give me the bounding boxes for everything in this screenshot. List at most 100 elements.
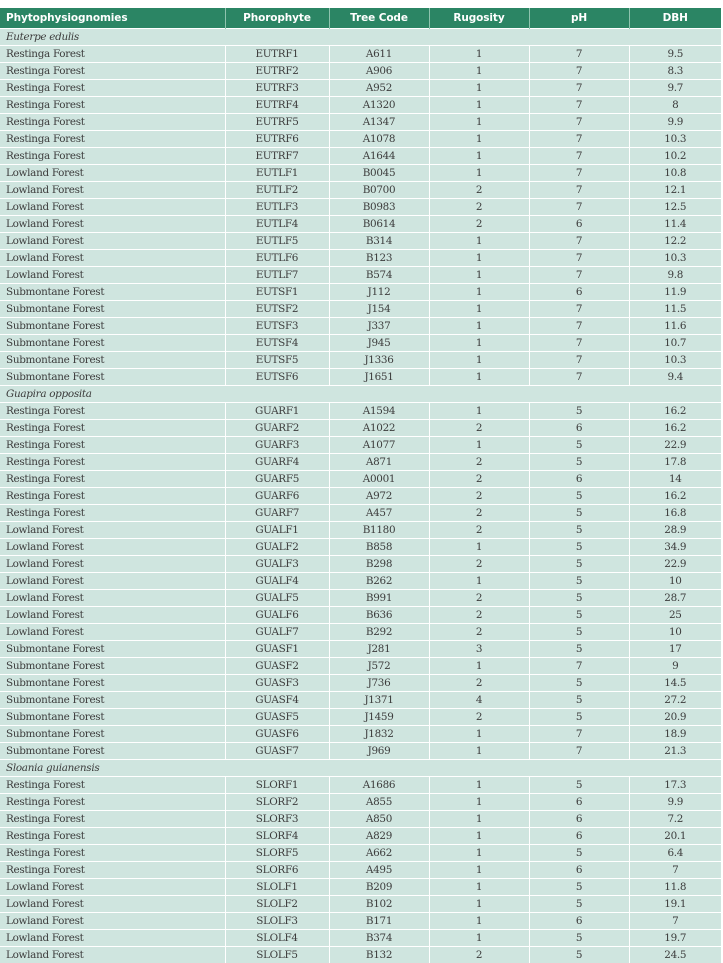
table-row: Lowland ForestGUALF6B6362525: [0, 607, 721, 624]
cell-rugosity: 1: [429, 46, 529, 63]
cell-rugosity: 1: [429, 63, 529, 80]
cell-phorophyte: EUTLF7: [225, 267, 329, 284]
cell-dbh: 10.3: [629, 250, 721, 267]
cell-dbh: 7.2: [629, 811, 721, 828]
table-row: Restinga ForestGUARF5A00012614: [0, 471, 721, 488]
cell-ph: 5: [529, 505, 629, 522]
cell-tree-code: J112: [329, 284, 429, 301]
cell-ph: 7: [529, 743, 629, 760]
table-row: Submontane ForestEUTSF3J3371711.6: [0, 318, 721, 335]
cell-tree-code: A1686: [329, 777, 429, 794]
cell-rugosity: 1: [429, 369, 529, 386]
cell-rugosity: 1: [429, 539, 529, 556]
cell-phytophysiognomy: Restinga Forest: [0, 794, 225, 811]
species-name: Euterpe edulis: [0, 29, 721, 46]
cell-ph: 7: [529, 250, 629, 267]
cell-rugosity: 1: [429, 828, 529, 845]
table-row: Lowland ForestSLOLF4B3741519.7: [0, 930, 721, 947]
cell-phorophyte: SLOLF3: [225, 913, 329, 930]
cell-rugosity: 4: [429, 692, 529, 709]
cell-phytophysiognomy: Lowland Forest: [0, 590, 225, 607]
cell-dbh: 10.3: [629, 131, 721, 148]
cell-phytophysiognomy: Restinga Forest: [0, 420, 225, 437]
cell-ph: 5: [529, 590, 629, 607]
cell-phytophysiognomy: Restinga Forest: [0, 488, 225, 505]
cell-ph: 6: [529, 284, 629, 301]
cell-ph: 5: [529, 454, 629, 471]
cell-phorophyte: EUTSF4: [225, 335, 329, 352]
cell-phorophyte: SLOLF1: [225, 879, 329, 896]
cell-dbh: 21.3: [629, 743, 721, 760]
table-row: Restinga ForestEUTRF3A952179.7: [0, 80, 721, 97]
cell-phytophysiognomy: Submontane Forest: [0, 352, 225, 369]
cell-phorophyte: SLORF1: [225, 777, 329, 794]
header-phorophyte: Phorophyte: [225, 8, 329, 29]
cell-phorophyte: EUTLF2: [225, 182, 329, 199]
cell-dbh: 16.2: [629, 420, 721, 437]
cell-tree-code: J572: [329, 658, 429, 675]
cell-phytophysiognomy: Submontane Forest: [0, 641, 225, 658]
cell-phorophyte: GUALF4: [225, 573, 329, 590]
header-phytophysiognomies: Phytophysiognomies: [0, 8, 225, 29]
cell-phorophyte: SLORF6: [225, 862, 329, 879]
table-row: Lowland ForestGUALF5B9912528.7: [0, 590, 721, 607]
cell-ph: 7: [529, 97, 629, 114]
cell-ph: 5: [529, 930, 629, 947]
cell-rugosity: 3: [429, 641, 529, 658]
cell-phytophysiognomy: Restinga Forest: [0, 46, 225, 63]
cell-tree-code: B132: [329, 947, 429, 963]
cell-dbh: 20.1: [629, 828, 721, 845]
cell-phorophyte: GUARF6: [225, 488, 329, 505]
cell-ph: 7: [529, 658, 629, 675]
table-row: Submontane ForestGUASF6J18321718.9: [0, 726, 721, 743]
header-row: Phytophysiognomies Phorophyte Tree Code …: [0, 8, 721, 29]
cell-tree-code: A662: [329, 845, 429, 862]
cell-dbh: 11.8: [629, 879, 721, 896]
cell-dbh: 10.8: [629, 165, 721, 182]
cell-phytophysiognomy: Lowland Forest: [0, 930, 225, 947]
cell-phorophyte: GUARF3: [225, 437, 329, 454]
cell-dbh: 16.2: [629, 403, 721, 420]
cell-phytophysiognomy: Submontane Forest: [0, 318, 225, 335]
cell-phytophysiognomy: Lowland Forest: [0, 624, 225, 641]
cell-tree-code: J281: [329, 641, 429, 658]
cell-ph: 7: [529, 301, 629, 318]
cell-tree-code: A611: [329, 46, 429, 63]
cell-dbh: 34.9: [629, 539, 721, 556]
cell-tree-code: B262: [329, 573, 429, 590]
cell-tree-code: A495: [329, 862, 429, 879]
cell-ph: 7: [529, 182, 629, 199]
cell-phytophysiognomy: Lowland Forest: [0, 250, 225, 267]
cell-phorophyte: GUASF7: [225, 743, 329, 760]
cell-rugosity: 2: [429, 199, 529, 216]
cell-phorophyte: EUTRF4: [225, 97, 329, 114]
cell-ph: 7: [529, 199, 629, 216]
cell-tree-code: B0983: [329, 199, 429, 216]
cell-phorophyte: EUTLF6: [225, 250, 329, 267]
cell-rugosity: 1: [429, 233, 529, 250]
cell-rugosity: 1: [429, 301, 529, 318]
cell-rugosity: 2: [429, 182, 529, 199]
cell-dbh: 8.3: [629, 63, 721, 80]
cell-ph: 5: [529, 607, 629, 624]
cell-tree-code: J1459: [329, 709, 429, 726]
cell-dbh: 17.3: [629, 777, 721, 794]
cell-tree-code: J1371: [329, 692, 429, 709]
cell-ph: 7: [529, 114, 629, 131]
cell-tree-code: B292: [329, 624, 429, 641]
cell-rugosity: 2: [429, 471, 529, 488]
cell-rugosity: 1: [429, 97, 529, 114]
cell-dbh: 8: [629, 97, 721, 114]
cell-phytophysiognomy: Submontane Forest: [0, 743, 225, 760]
cell-ph: 7: [529, 46, 629, 63]
cell-phytophysiognomy: Lowland Forest: [0, 913, 225, 930]
cell-rugosity: 1: [429, 879, 529, 896]
cell-tree-code: A0001: [329, 471, 429, 488]
cell-tree-code: B991: [329, 590, 429, 607]
cell-rugosity: 2: [429, 624, 529, 641]
cell-phytophysiognomy: Restinga Forest: [0, 454, 225, 471]
cell-rugosity: 1: [429, 403, 529, 420]
cell-dbh: 6.4: [629, 845, 721, 862]
table-row: Lowland ForestSLOLF5B1322524.5: [0, 947, 721, 963]
table-row: Restinga ForestGUARF4A8712517.8: [0, 454, 721, 471]
